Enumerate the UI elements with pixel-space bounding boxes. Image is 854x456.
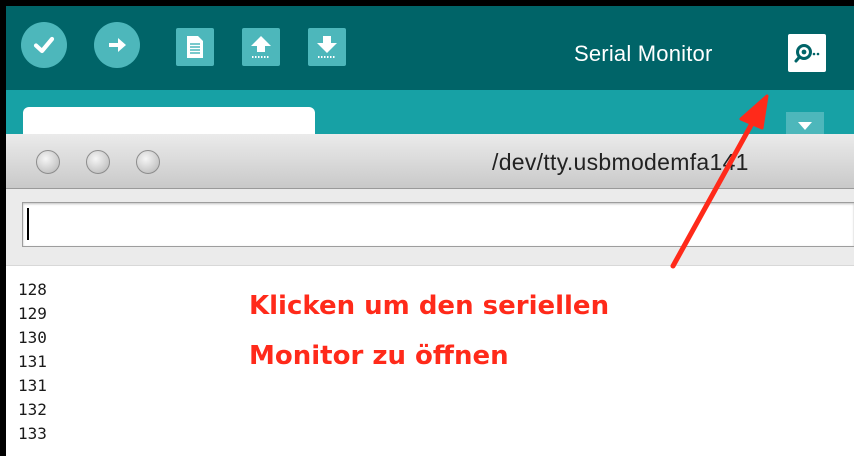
save-icon (317, 36, 337, 58)
serial-monitor-button[interactable] (788, 34, 826, 72)
window-zoom-button[interactable] (136, 150, 160, 174)
output-line: 132 (18, 400, 47, 419)
editor-tab-strip (6, 90, 854, 140)
window-close-button[interactable] (36, 150, 60, 174)
save-button[interactable] (308, 28, 346, 66)
serial-monitor-titlebar: /dev/tty.usbmodemfa141 (6, 134, 854, 189)
output-line: 130 (18, 328, 47, 347)
serial-monitor-label: Serial Monitor (574, 41, 713, 66)
text-caret (27, 208, 29, 240)
upload-button[interactable] (94, 22, 140, 68)
window-minimize-button[interactable] (86, 150, 110, 174)
output-line: 133 (18, 424, 47, 443)
arduino-toolbar: Serial Monitor (6, 6, 854, 90)
output-line: 129 (18, 304, 47, 323)
send-input[interactable] (22, 202, 854, 247)
new-file-icon (187, 36, 203, 58)
window-title: /dev/tty.usbmodemfa141 (492, 149, 749, 175)
verify-icon (33, 36, 55, 54)
verify-button[interactable] (21, 22, 67, 68)
upload-icon (109, 38, 126, 52)
open-icon (251, 36, 271, 58)
tab-menu-icon (798, 122, 812, 130)
output-line: 131 (18, 376, 47, 395)
serial-monitor-icon (794, 44, 820, 63)
annotation-line-1: Klicken um den seriellen (249, 291, 610, 321)
annotation-line-2: Monitor zu öffnen (249, 341, 509, 371)
open-button[interactable] (242, 28, 280, 66)
send-input-area (6, 189, 854, 265)
output-line: 131 (18, 352, 47, 371)
screenshot-frame: Serial Monitor /dev/tty.usbmodemfa141 12… (0, 0, 854, 456)
new-file-button[interactable] (176, 28, 214, 66)
output-line: 128 (18, 280, 47, 299)
